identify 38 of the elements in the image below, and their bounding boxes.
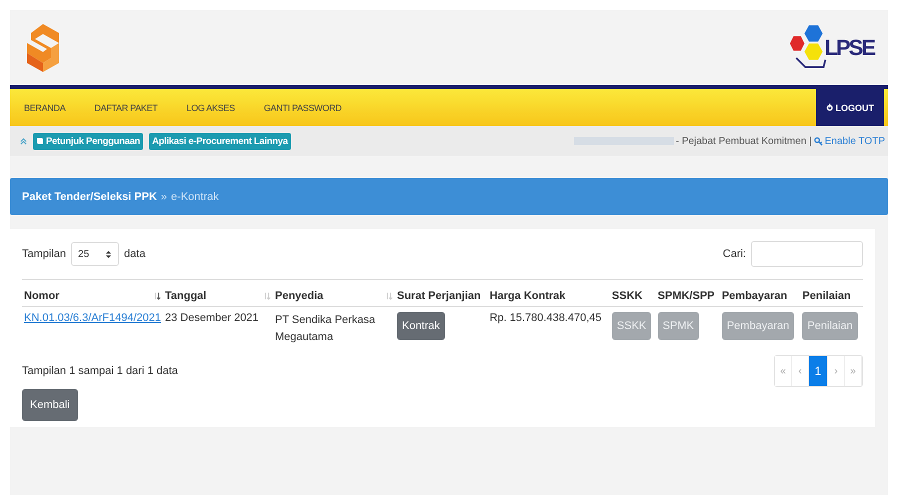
power-icon bbox=[826, 103, 834, 112]
search-label: Cari: bbox=[722, 248, 746, 260]
logo-icon bbox=[25, 22, 61, 72]
column-header[interactable]: SSKK bbox=[612, 290, 642, 302]
breadcrumb-current: e-Kontrak bbox=[171, 190, 219, 202]
panel-title: Paket Tender/Seleksi PPK bbox=[22, 190, 157, 202]
column-header[interactable]: Surat Perjanjian bbox=[396, 290, 481, 302]
page-size-select[interactable]: 25 bbox=[71, 242, 120, 266]
nav-link[interactable]: LOG AKSES bbox=[186, 102, 235, 112]
chevron-up-icon[interactable] bbox=[20, 138, 27, 144]
table-cell-text: PT Sendika Perkasa Megautama bbox=[274, 313, 376, 345]
column-header[interactable]: Tanggal bbox=[164, 290, 206, 302]
breadcrumb-separator: » bbox=[160, 190, 168, 202]
contract-number-link[interactable]: KN.01.03/6.3/ArF1494/2021 bbox=[24, 312, 161, 324]
show-suffix: data bbox=[124, 248, 146, 260]
back-button[interactable]: Kembali bbox=[22, 389, 78, 421]
show-label: Tampilan bbox=[22, 248, 66, 260]
table-cell: 23 Desember 2021 bbox=[164, 312, 259, 324]
search-field[interactable] bbox=[751, 241, 863, 267]
table-info: Tampilan 1 sampai 1 dari 1 data bbox=[22, 365, 178, 377]
table-cell: Rp. 15.780.438.470,45 bbox=[490, 312, 602, 324]
action-button[interactable]: Kontrak bbox=[396, 312, 445, 340]
enable-totp-link[interactable]: Enable TOTP bbox=[814, 136, 885, 146]
user-role: - Pejabat Pembuat Komitmen | bbox=[676, 136, 812, 146]
logo-text: LPSE bbox=[824, 34, 874, 60]
nav-link[interactable]: GANTI PASSWORD bbox=[264, 102, 342, 112]
column-header[interactable]: Pembayaran bbox=[722, 290, 788, 302]
column-header[interactable]: Penyedia bbox=[274, 290, 324, 302]
column-header[interactable]: SPMK/SPP bbox=[658, 290, 714, 302]
page-button[interactable]: 1 bbox=[809, 356, 828, 386]
column-header[interactable]: Penilaian bbox=[802, 290, 851, 302]
column-header[interactable]: Harga Kontrak bbox=[490, 290, 566, 302]
logout-button[interactable]: LOGOUT bbox=[816, 89, 884, 126]
nav-link[interactable]: DAFTAR PAKET bbox=[94, 102, 158, 112]
column-header[interactable]: Nomor bbox=[24, 290, 60, 302]
nav-link[interactable]: BERANDA bbox=[24, 102, 66, 112]
up-down-arrows-icon bbox=[105, 250, 112, 258]
sort-icon[interactable] bbox=[152, 292, 161, 300]
